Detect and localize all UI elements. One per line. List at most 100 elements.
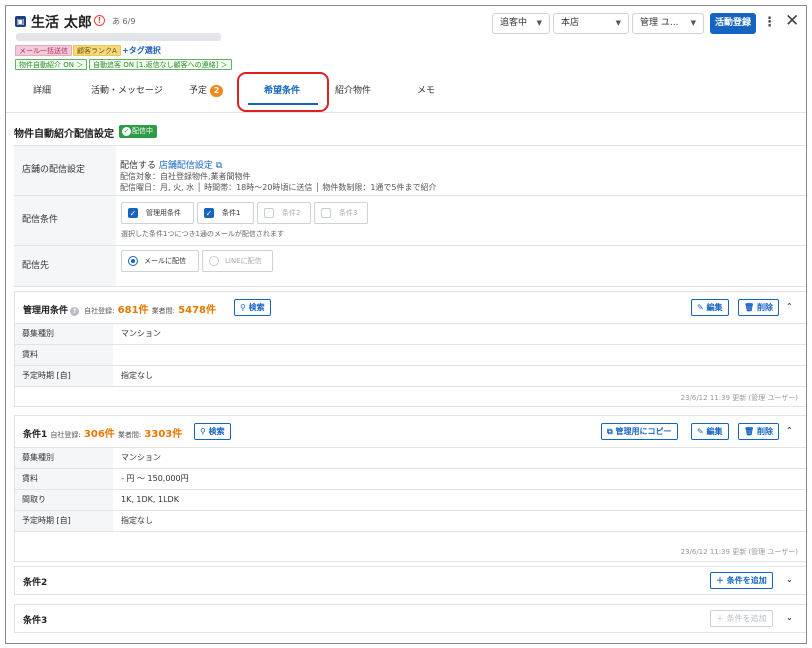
checkbox-manage-condition[interactable]: ✓ 管理用条件	[121, 202, 194, 224]
checkbox-condition3[interactable]: 条件3	[314, 202, 368, 224]
store-setting-link-label: 店舗配信設定	[158, 161, 213, 171]
condition3-card: 条件3 ＋ 条件を追加 ⌄	[14, 604, 806, 633]
chevron-up-icon[interactable]: ⌃	[786, 426, 793, 435]
auto-setting-title: 物件自動紹介配信設定	[14, 129, 114, 140]
more-menu-icon[interactable]: ⋮	[763, 15, 776, 30]
edit-button[interactable]: ✎ 編集	[691, 299, 729, 316]
delivering-status-badge: ✓ 配信中	[119, 125, 157, 138]
row-label: 予定時期 [自]	[15, 511, 113, 531]
close-icon[interactable]: ✕	[785, 11, 799, 31]
tab-introduced-properties[interactable]: 紹介物件	[335, 83, 371, 96]
row-label: 賃料	[15, 469, 113, 489]
search-button-label: 検索	[208, 427, 225, 436]
store-setting-target: 配信対象：自社登録物件,業者間物件	[120, 172, 251, 181]
auto-introduce-toggle[interactable]: 物件自動紹介 ON ＞	[15, 59, 88, 70]
condition2-title: 条件2	[23, 578, 48, 588]
chevron-down-icon: ▼	[536, 19, 542, 27]
store-select[interactable]: 本店 ▼	[553, 13, 629, 34]
tag-rank-a[interactable]: 顧客ランクA	[73, 45, 121, 56]
store-select-value: 本店	[561, 18, 580, 28]
radio-mail[interactable]: メールに配信	[121, 250, 199, 272]
edit-button-label: 編集	[706, 303, 723, 312]
chevron-down-icon: ▼	[690, 19, 696, 27]
own-count: 681件	[117, 305, 149, 316]
check-circle-icon: ✓	[122, 127, 131, 136]
tab-details[interactable]: 詳細	[33, 83, 51, 96]
message-count: あ 6/9	[112, 17, 136, 26]
checkbox-empty-icon	[264, 208, 274, 218]
delete-button-label: 削除	[756, 303, 773, 312]
checkbox-condition1[interactable]: ✓ 条件1	[197, 202, 254, 224]
tab-schedule[interactable]: 予定 2	[189, 83, 224, 97]
checkbox-condition2[interactable]: 条件2	[257, 202, 311, 224]
delete-button[interactable]: 🗑 削除	[738, 299, 779, 316]
condition2-card: 条件2 ＋ 条件を追加 ⌄	[14, 566, 806, 595]
add-tag-link[interactable]: +タグ選択	[119, 45, 164, 56]
store-setting-prefix: 配信する	[120, 161, 157, 171]
tab-schedule-label: 予定	[189, 86, 208, 96]
warning-icon[interactable]: !	[94, 15, 105, 26]
row-value: マンション	[121, 453, 161, 462]
tab-memo[interactable]: メモ	[417, 83, 435, 96]
tab-activity[interactable]: 活動・メッセージ	[91, 83, 163, 96]
row-label: 募集種別	[15, 324, 113, 344]
check-icon: ✓	[128, 208, 138, 218]
chevron-down-icon[interactable]: ⌄	[786, 613, 793, 622]
customer-name: 生活 太郎	[31, 15, 92, 31]
plus-icon: ＋	[716, 614, 724, 623]
add-condition2-button[interactable]: ＋ 条件を追加	[710, 572, 773, 589]
trash-icon: 🗑	[744, 427, 755, 436]
checkbox-condition1-label: 条件1	[222, 209, 241, 217]
help-icon[interactable]: ?	[70, 307, 80, 316]
chevron-down-icon: ▼	[615, 19, 621, 27]
manager-select-value: 管理 ユ...	[640, 18, 679, 28]
broker-count: 3303件	[144, 429, 183, 440]
copy-to-manage-button[interactable]: ⧉ 管理用にコピー	[601, 423, 678, 440]
table-row: 予定時期 [自] 指定なし	[15, 365, 806, 386]
condition3-title: 条件3	[23, 616, 48, 626]
add-condition3-button[interactable]: ＋ 条件を追加	[710, 610, 773, 627]
auto-follow-toggle[interactable]: 自動追客 ON [1.返信なし顧客への連絡] ＞	[89, 59, 232, 70]
tag-mail-bulk[interactable]: メール一括送信	[15, 45, 72, 56]
delivery-destination-label: 配信先	[14, 246, 116, 286]
row-value: - 円 〜 150,000円	[121, 474, 189, 483]
store-setting-schedule: 配信曜日：月, 火, 水 │ 時間帯：18時〜20時頃に送信 │ 物件数制限：1…	[120, 183, 437, 192]
store-setting-value: 配信する 店舗配信設定 ⧉	[120, 158, 222, 171]
copy-button-label: 管理用にコピー	[615, 427, 672, 436]
pencil-icon: ✎	[697, 303, 704, 312]
table-row: 間取り 1K, 1DK, 1LDK	[15, 489, 806, 510]
broker-label: 業者間:	[151, 307, 176, 315]
radio-empty-icon	[209, 256, 219, 266]
copy-icon: ⧉	[607, 427, 613, 436]
broker-label: 業者間:	[117, 431, 142, 439]
manage-condition-header: 管理用条件? 自社登録: 681件 業者間: 5478件	[23, 301, 216, 316]
row-label: 予定時期 [自]	[15, 366, 113, 386]
condition-note: 選択した条件1つにつき1通のメールが配信されます	[121, 230, 284, 238]
delete-button-label: 削除	[756, 427, 773, 436]
manager-select[interactable]: 管理 ユ... ▼	[632, 13, 704, 34]
plus-icon: ＋	[716, 576, 724, 585]
row-label: 間取り	[15, 490, 113, 510]
row-value: 1K, 1DK, 1LDK	[121, 495, 179, 504]
chevron-up-icon[interactable]: ⌃	[786, 302, 793, 311]
chevron-down-icon[interactable]: ⌄	[786, 575, 793, 584]
register-activity-button[interactable]: 活動登録	[710, 13, 756, 34]
checkbox-empty-icon	[321, 208, 331, 218]
store-setting-link[interactable]: 店舗配信設定 ⧉	[159, 161, 222, 171]
search-button[interactable]: ⚲ 検索	[194, 423, 231, 440]
table-row: 賃料 - 円 〜 150,000円	[15, 468, 806, 489]
delete-button[interactable]: 🗑 削除	[738, 423, 779, 440]
row-value: 指定なし	[121, 516, 153, 525]
check-icon: ✓	[204, 208, 214, 218]
row-value: 指定なし	[121, 371, 153, 380]
delivering-status-label: 配信中	[132, 127, 153, 135]
radio-line[interactable]: LINEに配信	[202, 250, 273, 272]
edit-button[interactable]: ✎ 編集	[691, 423, 729, 440]
updated-text: 23/6/12 11:39 更新 (管理 ユーザー)	[680, 548, 798, 556]
trash-icon: 🗑	[744, 303, 755, 312]
row-label: 募集種別	[15, 448, 113, 468]
row-value: マンション	[121, 329, 161, 338]
search-button[interactable]: ⚲ 検索	[234, 299, 271, 316]
customer-icon: ▣	[15, 16, 26, 27]
status-select[interactable]: 追客中 ▼	[492, 13, 550, 34]
